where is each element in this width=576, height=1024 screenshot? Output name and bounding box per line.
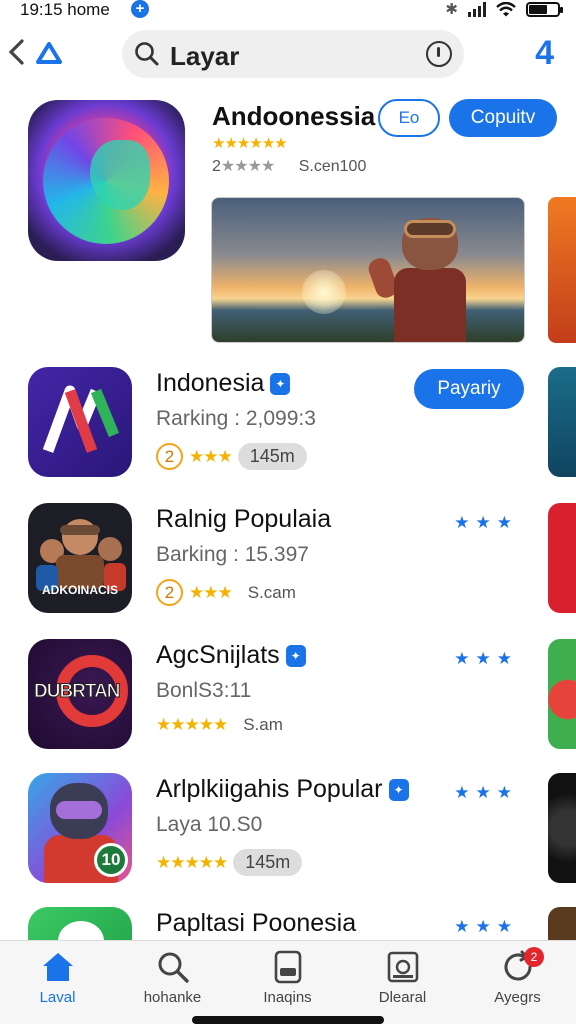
app-icon[interactable]: DUBRTAN [28, 639, 132, 749]
tab-label: Laval [39, 989, 76, 1006]
tablet-icon [274, 950, 302, 984]
mic-icon[interactable] [426, 41, 452, 67]
app-rating: 2 ★★★ S.cam [156, 579, 296, 606]
hero-character-image [365, 210, 482, 342]
notification-badge: 2 [524, 947, 544, 967]
gallery-icon [387, 951, 419, 983]
status-bar: 19:15 home + ✱ [0, 0, 576, 22]
tab-label: Dlearal [378, 989, 427, 1006]
tab-home[interactable]: Laval [0, 941, 115, 1024]
tab-gallery[interactable]: Dlearal [345, 941, 460, 1024]
status-plus-icon: + [131, 0, 149, 18]
signal-icon [468, 1, 486, 17]
install-button[interactable]: Payariy [414, 369, 524, 409]
list-item[interactable]: DUBRTAN AgcSnijlats ✦ BonlS3:11 ★★★★★ S.a… [0, 639, 576, 759]
app-icon-text: DUBRTAN [34, 681, 122, 703]
side-preview[interactable] [548, 503, 576, 613]
app-subtitle: Barking : 15.397 [156, 543, 309, 566]
search-header: Layar 4 [0, 24, 576, 84]
featured-stars: ★★★★★★ [212, 135, 288, 152]
app-size: S.cam [247, 582, 296, 602]
app-subtitle: BonlS3:11 [156, 679, 252, 702]
battery-icon [526, 1, 563, 17]
app-size: S.am [243, 715, 283, 734]
home-icon [43, 953, 73, 981]
app-rating: 2 ★★★ 145m [156, 443, 307, 470]
store-logo-icon[interactable] [36, 42, 62, 64]
side-preview[interactable] [548, 639, 576, 749]
tab-search[interactable]: hohanke [115, 941, 230, 1024]
tab-label: hohanke [143, 989, 202, 1006]
tab-label: Inaqins [263, 989, 312, 1006]
featured-rating-prefix: 2 [212, 158, 221, 175]
rating-stars: ★★★ [189, 446, 233, 466]
bluetooth-icon: ✱ [445, 1, 458, 18]
size-pill: 145m [233, 849, 303, 876]
featured-screenshot[interactable] [211, 197, 525, 343]
app-icon[interactable]: 10 [28, 773, 132, 883]
featured-meta: 2★★★★ S.cen100 [212, 156, 366, 176]
featured-app-icon[interactable] [28, 100, 185, 261]
tab-label: Ayegrs [494, 989, 541, 1006]
app-rating: ★★★★★ 145m [156, 849, 303, 876]
rating-stars: ★★★★★ [156, 715, 228, 734]
rank-badge: 2 [156, 443, 183, 470]
tab-apps[interactable]: Inaqins [230, 941, 345, 1024]
row-stars: ★★★ [454, 917, 518, 936]
featured-app-name[interactable]: Andoonessia [212, 101, 375, 132]
wifi-icon [496, 1, 516, 16]
get-button[interactable]: Copuitv [449, 99, 557, 137]
app-icon[interactable] [28, 367, 132, 477]
verified-icon: ✦ [285, 645, 306, 667]
home-indicator[interactable] [192, 1016, 384, 1024]
level-badge: 10 [94, 843, 128, 877]
row-stars: ★★★ [454, 649, 518, 668]
search-query[interactable]: Layar [170, 41, 239, 72]
app-title[interactable]: Arlplkiigahis Popular ✦ [156, 775, 409, 804]
side-preview[interactable] [548, 773, 576, 883]
row-stars: ★★★ [454, 513, 518, 532]
verified-icon: ✦ [270, 373, 291, 395]
row-stars: ★★★ [454, 783, 518, 802]
search-icon [135, 42, 159, 66]
app-subtitle: Laya 10.S0 [156, 813, 263, 836]
list-item[interactable]: ADKOINACIS Ralnig Populaia Barking : 15.… [0, 503, 576, 623]
app-rating: ★★★★★ S.am [156, 715, 283, 735]
app-title[interactable]: Indonesia ✦ [156, 369, 291, 398]
side-preview[interactable] [548, 367, 576, 477]
back-arrow-icon[interactable] [6, 38, 26, 66]
header-action-icon[interactable]: 4 [535, 34, 554, 73]
bottom-nav: Laval hohanke Inaqins Dlearal 2 Ayegrs [0, 940, 576, 1024]
screenshot-button[interactable]: Eo [378, 99, 440, 137]
app-icon[interactable]: ADKOINACIS [28, 503, 132, 613]
status-time: 19:15 home [20, 0, 110, 19]
featured-screenshot-next[interactable] [548, 197, 576, 343]
size-pill: 145m [237, 443, 307, 470]
tab-updates[interactable]: 2 Ayegrs [460, 941, 575, 1024]
app-title[interactable]: Ralnig Populaia [156, 505, 331, 534]
app-title[interactable]: AgcSnijlats ✦ [156, 641, 306, 670]
rating-stars: ★★★★★ [156, 852, 228, 872]
app-icon-text: ADKOINACIS [42, 583, 119, 597]
app-subtitle: Rarking : 2,099:3 [156, 407, 316, 430]
search-bar[interactable]: Layar [122, 30, 464, 78]
rank-badge: 2 [156, 579, 183, 606]
rating-stars: ★★★ [189, 582, 233, 602]
featured-size: S.cen100 [298, 158, 367, 175]
verified-icon: ✦ [388, 779, 409, 801]
list-item[interactable]: 10 Arlplkiigahis Popular ✦ Laya 10.S0 ★★★… [0, 773, 576, 893]
search-icon [158, 952, 189, 983]
app-title[interactable]: Papltasi Poonesia [156, 909, 356, 938]
featured-rating-stars: ★★★★ [220, 158, 275, 175]
list-item[interactable]: Indonesia ✦ Rarking : 2,099:3 2 ★★★ 145m … [0, 367, 576, 487]
